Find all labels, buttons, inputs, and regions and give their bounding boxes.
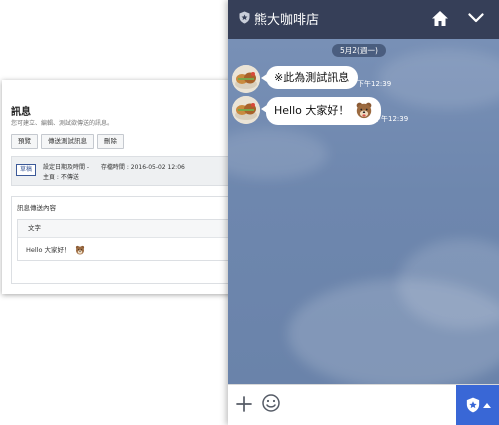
- home-icon[interactable]: [431, 10, 449, 27]
- content-table: 文字 Hello 大家好！: [17, 219, 229, 261]
- official-account-shield-icon: [239, 11, 250, 24]
- shield-icon: [466, 397, 480, 413]
- emoji-smile-icon[interactable]: [261, 393, 281, 413]
- schedule-info: 設定日期及時間 - 存檔時間 : 2016-05-02 12:06: [43, 162, 185, 171]
- chat-message-area[interactable]: 5月2(週一) ※此為測試訊息 下午12:39 Hello 大家好！ 下午12:…: [228, 39, 499, 384]
- chat-header: 熊大咖啡店: [228, 0, 499, 39]
- message-time: 下午12:39: [374, 115, 409, 123]
- content-message-row[interactable]: Hello 大家好！: [18, 238, 228, 262]
- audience-info: 主頁 : 不傳送: [43, 174, 79, 181]
- avatar[interactable]: [232, 96, 260, 124]
- cafe-food-avatar-icon: [232, 65, 260, 93]
- message-bubble[interactable]: ※此為測試訊息: [260, 66, 359, 89]
- draft-status-badge: 草稿: [16, 164, 37, 176]
- chat-title: 熊大咖啡店: [254, 13, 320, 28]
- brown-bear-sticker-icon: [356, 102, 372, 118]
- background-cloud: [228, 129, 328, 179]
- caret-up-icon: [483, 403, 491, 408]
- delete-button[interactable]: 刪除: [97, 134, 124, 149]
- message-bubble[interactable]: Hello 大家好！: [261, 97, 381, 125]
- content-section-header: 訊息傳送內容: [17, 204, 56, 212]
- message-content-box: 訊息傳送內容 文字 Hello 大家好！: [11, 196, 233, 284]
- line-chat-window: 熊大咖啡店 5月2(週一) ※此為測試訊息 下午12:39 Hello 大家好！…: [228, 0, 499, 425]
- send-test-message-button[interactable]: 傳送測試訊息: [41, 134, 94, 149]
- background-cloud: [378, 49, 499, 109]
- chat-input-bar: [228, 384, 499, 425]
- message-time: 下午12:39: [357, 80, 392, 88]
- preview-button[interactable]: 預覽: [11, 134, 38, 149]
- brown-bear-sticker-icon: [75, 245, 84, 255]
- page-title: 訊息: [11, 107, 31, 118]
- content-message-text: Hello 大家好！: [26, 246, 71, 254]
- cafe-food-avatar-icon: [232, 96, 260, 124]
- page-subtitle: 您可建立、編輯、測試欲傳送的訊息。: [11, 120, 114, 127]
- action-buttons: 預覽 傳送測試訊息 刪除: [11, 134, 124, 149]
- message-status-box: 草稿 設定日期及時間 - 存檔時間 : 2016-05-02 12:06 主頁 …: [11, 156, 233, 186]
- plus-icon[interactable]: [235, 395, 253, 413]
- message-admin-panel: 訊息 您可建立、編輯、測試欲傳送的訊息。 預覽 傳送測試訊息 刪除 草稿 設定日…: [2, 80, 234, 294]
- chevron-down-icon[interactable]: [468, 12, 484, 24]
- account-menu-toggle-button[interactable]: [456, 385, 499, 425]
- content-type-label: 文字: [18, 220, 228, 238]
- message-text: ※此為測試訊息: [274, 71, 350, 84]
- saved-time: 存檔時間 : 2016-05-02 12:06: [100, 164, 185, 171]
- message-text: Hello 大家好！: [274, 104, 350, 117]
- date-separator: 5月2(週一): [332, 44, 386, 57]
- avatar[interactable]: [232, 65, 260, 93]
- schedule-label[interactable]: 設定日期及時間 -: [43, 164, 89, 171]
